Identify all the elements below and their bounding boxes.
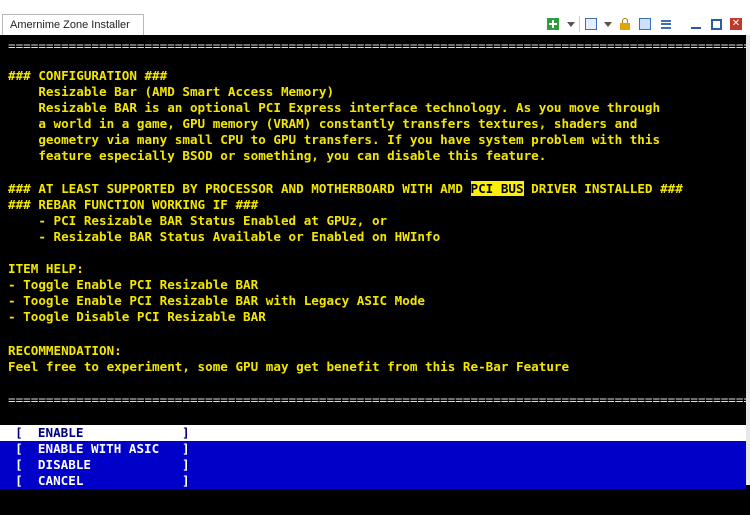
menu-item-cancel[interactable]: [ CANCEL ] — [0, 473, 746, 489]
console-line: a world in a game, GPU memory (VRAM) con… — [8, 116, 638, 131]
window-tab-title: Amernime Zone Installer — [10, 19, 130, 31]
console-line: feature especially BSOD or something, yo… — [8, 148, 547, 163]
menu-item-disable[interactable]: [ DISABLE ] — [0, 457, 746, 473]
scrollbar[interactable] — [746, 35, 750, 485]
minimize-icon[interactable] — [689, 16, 703, 32]
pci-bus-highlight: PCI BUS — [470, 181, 524, 196]
layout-icon[interactable] — [638, 16, 652, 32]
lock-icon[interactable] — [618, 16, 632, 32]
view-dropdown-icon[interactable] — [603, 16, 613, 32]
support-suffix: DRIVER INSTALLED ### — [523, 181, 683, 196]
console-line: - PCI Resizable BAR Status Enabled at GP… — [8, 213, 388, 228]
console-line: ITEM HELP: — [8, 261, 84, 276]
support-line: ### AT LEAST SUPPORTED BY PROCESSOR AND … — [8, 181, 683, 197]
separator-bottom: ========================================… — [8, 392, 750, 407]
new-tab-dropdown-icon[interactable] — [566, 16, 576, 32]
console-line: Resizable Bar (AMD Smart Access Memory) — [8, 84, 335, 99]
window-tab[interactable]: Amernime Zone Installer — [2, 14, 144, 35]
console-line: - Resizable BAR Status Available or Enab… — [8, 229, 441, 244]
new-tab-icon[interactable] — [546, 16, 560, 32]
menu-item-enable[interactable]: [ ENABLE ] — [0, 425, 746, 441]
console-line: ### CONFIGURATION ### — [8, 68, 168, 83]
separator-top: ========================================… — [8, 38, 750, 53]
console-line: - Toggle Enable PCI Resizable BAR — [8, 277, 259, 292]
menu-item-enable-with-asic[interactable]: [ ENABLE WITH ASIC ] — [0, 441, 746, 457]
console-line: geometry via many small CPU to GPU trans… — [8, 132, 661, 147]
console-line: - Toogle Enable PCI Resizable BAR with L… — [8, 293, 426, 308]
console-line: Feel free to experiment, some GPU may ge… — [8, 359, 570, 374]
console-line: Resizable BAR is an optional PCI Express… — [8, 100, 661, 115]
console-line: RECOMMENDATION: — [8, 343, 122, 358]
console-line: ### REBAR FUNCTION WORKING IF ### — [8, 197, 259, 212]
support-prefix: ### AT LEAST SUPPORTED BY PROCESSOR AND … — [8, 181, 471, 196]
console-line: - Toogle Disable PCI Resizable BAR — [8, 309, 266, 324]
view-icon[interactable] — [584, 16, 598, 32]
window-titlebar: Amernime Zone Installer ✕ — [0, 0, 750, 35]
menu-icon[interactable] — [659, 16, 673, 32]
maximize-icon[interactable] — [709, 16, 723, 32]
close-icon[interactable]: ✕ — [729, 16, 743, 32]
